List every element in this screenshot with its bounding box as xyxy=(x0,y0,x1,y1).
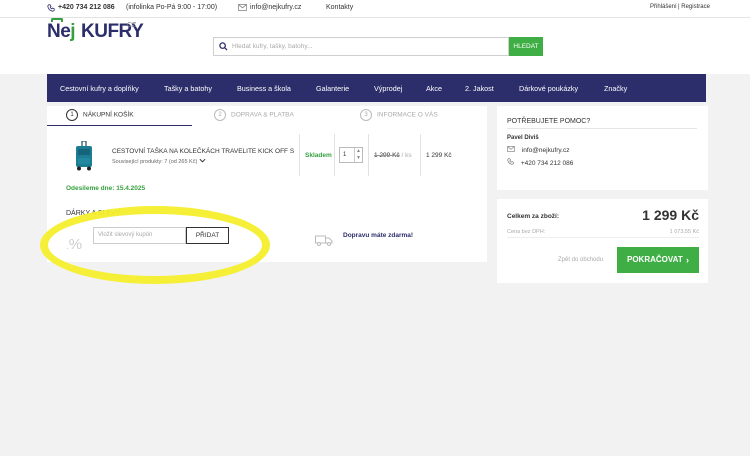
continue-button[interactable]: POKRAČOVAT › xyxy=(617,247,699,273)
help-title: POTŘEBUJETE POMOC? xyxy=(507,118,591,125)
logo-nej: Nej xyxy=(47,21,76,43)
increase-icon[interactable]: ▲ xyxy=(354,148,362,155)
chevron-down-icon xyxy=(199,158,206,165)
free-shipping-note: Dopravu máte zdarma! xyxy=(343,232,414,239)
top-bar: +420 734 212 086 (infolinka Po-Pá 9:00 -… xyxy=(0,0,750,18)
register-link[interactable]: | Registrace xyxy=(678,4,710,10)
mail-icon xyxy=(507,146,517,154)
nav-item-sale[interactable]: Výprodej xyxy=(374,84,402,93)
continue-label: POKRAČOVAT xyxy=(627,255,683,264)
help-divider xyxy=(507,128,697,129)
vat-value: 1 073,55 Kč xyxy=(669,229,699,235)
highlight-annotation xyxy=(40,206,270,284)
product-image[interactable] xyxy=(74,140,94,171)
search-button[interactable]: HLEDAT xyxy=(509,37,543,56)
cart-divider xyxy=(299,134,300,176)
cart-divider xyxy=(368,134,369,176)
logo-part2: j xyxy=(70,21,76,42)
login-link[interactable]: Přihlášení xyxy=(650,4,677,10)
nav-item-business[interactable]: Business a škola xyxy=(237,84,291,93)
truck-icon xyxy=(315,235,333,248)
step-info[interactable]: 3 INFORMACE O VÁS xyxy=(360,109,438,121)
decrease-icon[interactable]: ▼ xyxy=(354,155,362,162)
back-to-shop-link[interactable]: Zpět do obchodu xyxy=(558,257,603,263)
top-hours: (infolinka Po-Pá 9:00 - 17:00) xyxy=(126,4,218,11)
step-cart[interactable]: 1 NÁKUPNÍ KOŠÍK xyxy=(66,109,134,121)
total-value: 1 299 Kč xyxy=(642,207,699,223)
logo[interactable]: Nej KUFRY CZ xyxy=(47,18,144,44)
line-total: 1 299 Kč xyxy=(426,152,452,159)
help-email[interactable]: info@nejkufry.cz xyxy=(507,146,569,154)
step-shipping-label: DOPRAVA & PLATBA xyxy=(231,111,294,119)
mail-icon xyxy=(238,4,247,13)
product-name[interactable]: CESTOVNÍ TAŠKA NA KOLEČKÁCH TRAVELITE KI… xyxy=(112,148,294,155)
total-label: Celkem za zboží: xyxy=(507,213,560,220)
checkout-steps: 1 NÁKUPNÍ KOŠÍK 2 DOPRAVA & PLATBA 3 INFORM… xyxy=(47,106,487,127)
cart-divider xyxy=(334,134,335,176)
quantity-value: 1 xyxy=(343,152,347,158)
summary-divider xyxy=(507,237,699,238)
vat-label: Cena bez DPH: xyxy=(507,229,546,235)
nav-item-second-quality[interactable]: 2. Jakost xyxy=(465,84,494,93)
logo-cz: CZ xyxy=(127,22,137,29)
top-phone[interactable]: +420 734 212 086 xyxy=(58,4,115,11)
stock-status: Skladem xyxy=(305,152,332,159)
contacts-link[interactable]: Kontakty xyxy=(326,4,353,11)
nav-item-akce[interactable]: Akce xyxy=(426,84,442,93)
phone-icon xyxy=(507,158,516,167)
help-email-text: info@nejkufry.cz xyxy=(521,147,570,154)
quantity-stepper[interactable]: 1 ▲ ▼ xyxy=(339,147,363,163)
search-placeholder: Hledat kufry, tašky, batohy... xyxy=(232,43,313,50)
register-label: Registrace xyxy=(681,4,710,10)
unit-price-suffix: / ks xyxy=(401,152,412,159)
cart-divider xyxy=(420,134,421,176)
nav-item-vouchers[interactable]: Dárkové poukázky xyxy=(519,84,578,93)
nav-item-galanterie[interactable]: Galanterie xyxy=(316,84,349,93)
step-shipping-number: 2 xyxy=(214,109,226,121)
related-products[interactable]: Související produkty: 7 (od 265 Kč) xyxy=(112,158,206,165)
nav-item-bags[interactable]: Tašky a batohy xyxy=(164,84,212,93)
logo-part1: Ne xyxy=(47,21,71,42)
step-info-number: 3 xyxy=(360,109,372,121)
search-input[interactable]: Hledat kufry, tašky, batohy... xyxy=(213,37,509,56)
chevron-right-icon: › xyxy=(686,255,689,265)
help-phone-text: +420 734 212 086 xyxy=(520,160,574,167)
phone-icon xyxy=(47,4,55,14)
help-contact-name: Pavel Diviš xyxy=(507,135,539,141)
top-email[interactable]: info@nejkufry.cz xyxy=(250,4,301,11)
main-nav: Cestovní kufry a doplňky Tašky a batohy … xyxy=(47,74,706,102)
nav-item-brands[interactable]: Značky xyxy=(604,84,627,93)
step-info-label: INFORMACE O VÁS xyxy=(377,111,438,119)
unit-price: 1 299 Kč / ks xyxy=(374,152,412,159)
ship-date: Odesíleme dne: 15.4.2025 xyxy=(66,185,146,192)
step-shipping[interactable]: 2 DOPRAVA & PLATBA xyxy=(214,109,294,121)
nav-item-travel[interactable]: Cestovní kufry a doplňky xyxy=(60,84,139,93)
search-icon xyxy=(219,42,228,53)
unit-price-value: 1 299 Kč xyxy=(374,152,400,159)
help-phone[interactable]: +420 734 212 086 xyxy=(507,158,573,167)
related-products-label: Související produkty: 7 (od 265 Kč) xyxy=(112,159,198,165)
step-cart-label: NÁKUPNÍ KOŠÍK xyxy=(83,111,134,119)
step-cart-number: 1 xyxy=(66,109,78,121)
